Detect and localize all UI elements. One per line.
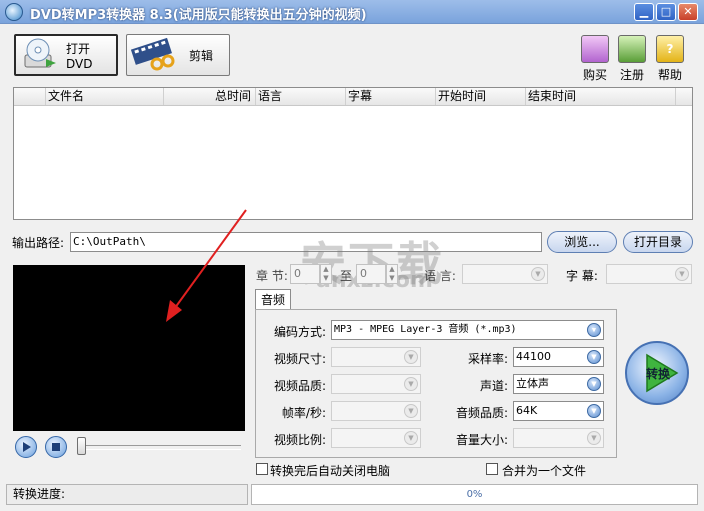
shutdown-label: 转换完后自动关闭电脑 [270,464,391,478]
audio-quality-value: 64K [516,404,538,417]
samplerate-label: 采样率: [467,352,508,366]
table-header: 文件名 总时间 语言 字幕 开始时间 结束时间 [14,88,692,106]
seek-track[interactable] [78,445,241,450]
maximize-button[interactable]: □ [656,3,676,21]
audio-quality-select[interactable]: 64K ▼ [513,401,604,421]
window-title: DVD转MP3转换器 8.3(试用版只能转换出五分钟的视频) [30,8,367,23]
chapter-from-spinner[interactable]: ▲ ▼ [320,264,332,284]
video-size-select[interactable]: ▼ [331,347,421,367]
chevron-down-icon: ▼ [587,350,601,364]
progress-bar: 0% [251,484,698,505]
subtitle-select[interactable]: ▼ [606,264,692,284]
chapter-to-label: 至 [340,269,353,283]
audio-quality-label: 音频品质: [455,406,508,420]
encoding-label: 编码方式: [273,325,326,339]
chapter-from-input[interactable]: 0 [290,264,320,284]
edit-button[interactable]: 剪辑 [126,34,230,76]
stop-icon [52,443,60,451]
column-header-end-time[interactable]: 结束时间 [526,88,676,105]
column-header-start-time[interactable]: 开始时间 [436,88,526,105]
volume-select[interactable]: ▼ [513,428,604,448]
play-icon [23,442,31,452]
chevron-down-icon: ▼ [404,404,418,418]
film-scissors-icon [130,37,175,74]
play-button[interactable] [15,436,37,458]
help-icon: ? [656,35,684,63]
close-button[interactable]: ✕ [678,3,698,21]
column-header-language[interactable]: 语言 [256,88,346,105]
file-table[interactable]: 文件名 总时间 语言 字幕 开始时间 结束时间 [13,87,693,220]
help-button[interactable]: ? 帮助 [650,35,690,83]
key-icon [618,35,646,63]
chevron-down-icon: ▼ [675,267,689,281]
chapter-label: 章 节: [256,269,288,283]
chapter-to-input[interactable]: 0 [356,264,386,284]
register-label: 注册 [619,68,644,82]
shutdown-checkbox[interactable] [256,463,268,475]
framerate-select[interactable]: ▼ [331,401,421,421]
chevron-down-icon: ▼ [587,431,601,445]
output-path-label: 输出路径: [12,236,65,250]
buy-button[interactable]: 购买 [575,35,615,83]
language-select[interactable]: ▼ [462,264,548,284]
chevron-down-icon: ▼ [587,377,601,391]
chevron-down-icon: ▼ [404,350,418,364]
cart-icon [581,35,609,63]
dvd-drive-icon [22,37,58,74]
open-dvd-label: 打开DVD [66,41,93,71]
help-label: 帮助 [657,68,682,82]
merge-checkbox[interactable] [486,463,498,475]
app-icon [5,3,23,21]
language-label: 语 言: [424,269,456,283]
chapter-to-spinner[interactable]: ▲ ▼ [386,264,398,284]
progress-label: 转换进度: [6,484,248,505]
channel-select[interactable]: 立体声 ▼ [513,374,604,394]
edit-label: 剪辑 [189,48,214,63]
stop-button[interactable] [45,436,67,458]
video-size-label: 视频尺寸: [273,352,326,366]
volume-label: 音量大小: [455,433,508,447]
chevron-down-icon: ▼ [531,267,545,281]
video-quality-label: 视频品质: [273,379,326,393]
subtitle-label: 字 幕: [566,269,598,283]
merge-label: 合并为一个文件 [502,464,587,478]
chevron-down-icon: ▼ [587,404,601,418]
framerate-label: 帧率/秒: [281,406,326,420]
convert-label: 转换 [646,367,671,381]
samplerate-value: 44100 [516,350,551,363]
convert-button[interactable]: 转换 [625,341,689,405]
video-quality-select[interactable]: ▼ [331,374,421,394]
open-dvd-button[interactable]: 打开DVD [14,34,118,76]
seek-slider-thumb[interactable] [77,437,86,455]
browse-button[interactable]: 浏览... [547,231,617,253]
chevron-down-icon: ▼ [587,323,601,337]
annotation-arrow [166,209,247,322]
register-button[interactable]: 注册 [612,35,652,83]
aspect-ratio-select[interactable]: ▼ [331,428,421,448]
minimize-button[interactable]: ▁ [634,3,654,21]
progress-text: 0% [466,489,483,500]
encoding-value: MP3 - MPEG Layer-3 音频 (*.mp3) [334,324,517,335]
chevron-down-icon: ▼ [404,377,418,391]
open-directory-button[interactable]: 打开目录 [623,231,693,253]
buy-label: 购买 [582,68,607,82]
column-header-blank [14,88,46,105]
column-header-filename[interactable]: 文件名 [46,88,164,105]
channel-value: 立体声 [516,377,549,390]
encoding-select[interactable]: MP3 - MPEG Layer-3 音频 (*.mp3) ▼ [331,320,604,340]
column-header-duration[interactable]: 总时间 [164,88,256,105]
tab-audio[interactable]: 音频 [255,289,291,310]
aspect-ratio-label: 视频比例: [273,433,326,447]
chevron-down-icon: ▼ [404,431,418,445]
column-header-subtitle[interactable]: 字幕 [346,88,436,105]
channel-label: 声道: [479,379,508,393]
samplerate-select[interactable]: 44100 ▼ [513,347,604,367]
